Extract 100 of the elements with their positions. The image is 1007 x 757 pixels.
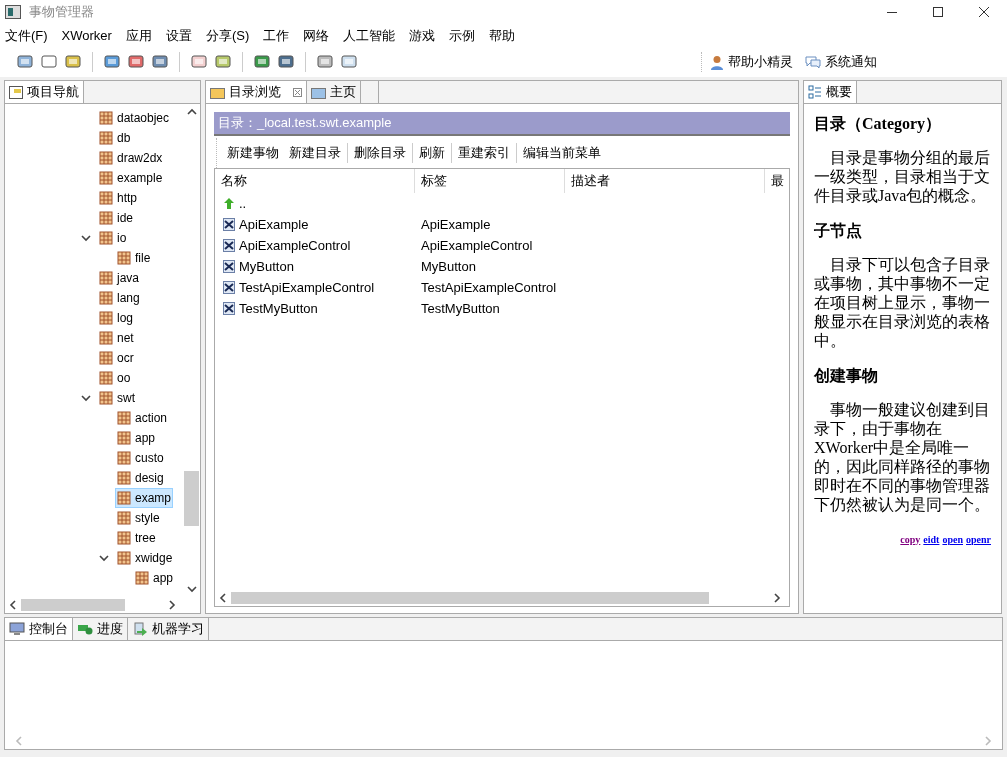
table-cell[interactable]: MyButton bbox=[215, 256, 415, 277]
package-icon bbox=[99, 211, 113, 225]
panel-tab[interactable]: 目录浏览 bbox=[206, 81, 307, 103]
action-link[interactable]: open bbox=[942, 530, 963, 549]
tree-item[interactable]: swt bbox=[97, 388, 137, 408]
tree-item[interactable]: java bbox=[97, 268, 141, 288]
tree-item[interactable]: app bbox=[133, 568, 176, 588]
tree-item[interactable]: tree bbox=[115, 528, 158, 548]
tree-item[interactable]: file bbox=[115, 248, 153, 268]
toolbar-button[interactable]: 系统通知 bbox=[805, 52, 877, 72]
action-link[interactable]: openr bbox=[966, 530, 991, 549]
action-button[interactable]: 刷新 bbox=[419, 143, 445, 163]
column-header[interactable]: 名称 bbox=[215, 169, 415, 193]
table-cell[interactable]: TestApiExampleControl bbox=[215, 277, 415, 298]
package-icon bbox=[117, 471, 131, 485]
column-header[interactable]: 描述者 bbox=[565, 169, 765, 193]
menu-item[interactable]: 工作 bbox=[263, 25, 290, 46]
menu-item[interactable]: 网络 bbox=[303, 25, 330, 46]
menu-item[interactable]: 帮助 bbox=[489, 25, 516, 46]
caret-icon[interactable] bbox=[81, 394, 91, 402]
scroll-left-icon[interactable] bbox=[219, 592, 227, 603]
scroll-left-icon[interactable] bbox=[9, 600, 17, 610]
panel-tab[interactable]: 项目导航 bbox=[5, 81, 84, 103]
package-icon bbox=[99, 331, 113, 345]
caret-icon[interactable] bbox=[99, 554, 109, 562]
action-button[interactable]: 删除目录 bbox=[354, 143, 406, 163]
app-icon bbox=[5, 5, 21, 19]
action-button[interactable]: 新建目录 bbox=[289, 143, 341, 163]
table-cell[interactable]: ApiExample bbox=[215, 214, 415, 235]
tree-item[interactable]: lang bbox=[97, 288, 142, 308]
tree-item[interactable]: desig bbox=[115, 468, 166, 488]
tree-item[interactable]: http bbox=[97, 188, 139, 208]
tree-item[interactable]: log bbox=[97, 308, 135, 328]
tree-item[interactable]: action bbox=[115, 408, 170, 428]
close-icon bbox=[979, 7, 989, 17]
menu-item[interactable]: 文件(F) bbox=[5, 25, 48, 46]
section-paragraph: 目录下可以包含子目录或事物，其中事物不一定在项目树上显示，事物一般显示在目录浏览的表格中。 bbox=[814, 255, 991, 350]
tree-item[interactable]: ide bbox=[97, 208, 135, 228]
menu-item[interactable]: 游戏 bbox=[409, 25, 436, 46]
thing-icon bbox=[223, 260, 235, 273]
package-icon bbox=[117, 451, 131, 465]
tree-item[interactable]: draw2dx bbox=[97, 148, 165, 168]
tree-item[interactable]: oo bbox=[97, 368, 133, 388]
table-cell[interactable]: .. bbox=[215, 193, 415, 214]
caret-icon[interactable] bbox=[186, 585, 197, 593]
section-paragraph: 事物一般建议创建到目录下，由于事物在XWorker中是全局唯一的，因此同样路径的事物即时在不同的事物管理器下仍然被认为是同一个。 bbox=[814, 400, 991, 514]
table-cell[interactable]: ApiExampleControl bbox=[215, 235, 415, 256]
scroll-right-icon[interactable] bbox=[168, 600, 176, 610]
table-cell[interactable]: TestMyButton bbox=[215, 298, 415, 319]
close-icon[interactable] bbox=[293, 87, 302, 97]
tree-item[interactable]: style bbox=[115, 508, 162, 528]
menu-item[interactable]: 人工智能 bbox=[343, 25, 396, 46]
scrollbar-thumb[interactable] bbox=[231, 591, 709, 604]
menu-item[interactable]: 设置 bbox=[165, 25, 192, 46]
caret-icon[interactable] bbox=[81, 234, 91, 242]
column-header[interactable]: 最 bbox=[765, 169, 785, 193]
package-icon bbox=[135, 571, 149, 585]
thing-icon bbox=[223, 281, 235, 294]
tree-item[interactable]: db bbox=[97, 128, 133, 148]
action-button[interactable]: 重建索引 bbox=[458, 143, 510, 163]
maximize-icon bbox=[933, 7, 943, 17]
column-header[interactable]: 标签 bbox=[415, 169, 565, 193]
table-cell-text: ApiExampleControl bbox=[420, 236, 534, 255]
tree-item[interactable]: xwidge bbox=[115, 548, 175, 568]
action-button[interactable]: 编辑当前菜单 bbox=[523, 143, 601, 163]
panel-tab[interactable]: 概要 bbox=[804, 81, 857, 103]
scrollbar-thumb[interactable] bbox=[21, 599, 125, 611]
panel-tab[interactable]: 控制台 bbox=[5, 618, 73, 640]
table-cell-text: ApiExample bbox=[420, 215, 492, 234]
package-icon bbox=[117, 251, 131, 265]
tree-item[interactable]: dataobjec bbox=[97, 108, 172, 128]
document-arrow-icon bbox=[132, 621, 148, 637]
tree-item[interactable]: custo bbox=[115, 448, 166, 468]
chat-icon bbox=[805, 55, 821, 69]
action-link[interactable]: eidt bbox=[923, 530, 940, 549]
menu-item[interactable]: 示例 bbox=[449, 25, 476, 46]
menu-item[interactable]: 应用 bbox=[125, 25, 152, 46]
thing-icon bbox=[223, 218, 235, 231]
person-icon bbox=[710, 54, 724, 70]
package-icon bbox=[99, 311, 113, 325]
package-icon bbox=[117, 411, 131, 425]
action-link[interactable]: copy bbox=[900, 530, 921, 549]
menu-item[interactable]: 分享(S) bbox=[205, 25, 250, 46]
tree-item[interactable]: examp bbox=[115, 488, 174, 508]
tree-item[interactable]: net bbox=[97, 328, 136, 348]
action-button[interactable]: 新建事物 bbox=[227, 143, 279, 163]
scroll-right-icon[interactable] bbox=[773, 592, 781, 603]
tree-item[interactable]: example bbox=[97, 168, 165, 188]
menu-item[interactable]: XWorker bbox=[61, 25, 112, 46]
scrollbar-thumb[interactable] bbox=[184, 471, 199, 526]
tree-item[interactable]: ocr bbox=[97, 348, 136, 368]
package-icon bbox=[117, 551, 131, 565]
package-icon bbox=[99, 191, 113, 205]
package-icon bbox=[99, 231, 113, 245]
toolbar-button[interactable]: 帮助小精灵 bbox=[710, 52, 793, 72]
table-cell-text: TestApiExampleControl bbox=[420, 278, 558, 297]
package-icon bbox=[117, 511, 131, 525]
tree-item[interactable]: app bbox=[115, 428, 158, 448]
tree-item[interactable]: io bbox=[97, 228, 129, 248]
caret-icon[interactable] bbox=[186, 108, 197, 116]
